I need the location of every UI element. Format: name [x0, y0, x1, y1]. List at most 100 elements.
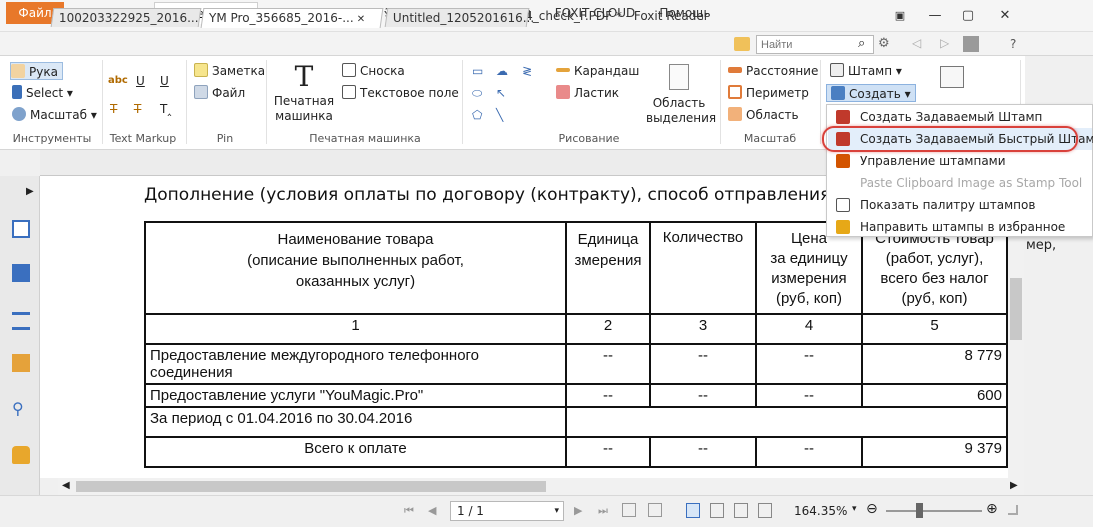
squiggly-icon[interactable]: U — [160, 72, 169, 90]
area-highlight-line2: выделения — [646, 111, 717, 125]
zoom-level[interactable]: 164.35% — [794, 504, 847, 518]
cloud-icon[interactable]: ☁ — [496, 62, 508, 80]
menu-item-create-custom-stamp[interactable]: Создать Задаваемый Штамп — [828, 106, 1092, 128]
security-lock-icon[interactable] — [12, 446, 30, 464]
strikeout-icon[interactable]: T — [110, 100, 117, 118]
doc-tab[interactable]: 100203322925_2016... — [50, 8, 202, 27]
callout-button[interactable]: Сноска — [342, 62, 405, 80]
group-label-typewriter: Печатная машинка — [309, 132, 421, 145]
zoom-tool-button[interactable]: Масштаб ▾ — [12, 106, 97, 124]
textbox-icon — [342, 85, 356, 99]
ribbon-toggle-icon[interactable]: ▣ — [885, 6, 915, 26]
table-cell: 8 779 — [861, 343, 1008, 385]
typewriter-icon: T — [294, 60, 314, 93]
maximize-button[interactable]: ▢ — [953, 6, 983, 26]
ellipse-icon[interactable]: ⬭ — [472, 84, 482, 102]
table-cell: Предоставление междугородного телефонног… — [144, 343, 567, 385]
prev-page-icon[interactable]: ◀ — [428, 504, 436, 517]
scroll-right-icon[interactable]: ▶ — [1010, 480, 1018, 491]
resize-grip-icon[interactable] — [1008, 505, 1018, 515]
page-thumbnail-icon[interactable] — [12, 220, 30, 238]
comments-icon[interactable] — [12, 354, 30, 372]
menu-item-add-to-favorites[interactable]: Направить штампы в избранное — [828, 216, 1092, 238]
note-button[interactable]: Заметка — [194, 62, 265, 80]
document-heading: Дополнение (условия оплаты по договору (… — [144, 185, 863, 205]
squiggle-icon[interactable]: ≷ — [522, 62, 532, 80]
distance-icon — [728, 67, 742, 73]
note-label: Заметка — [212, 64, 266, 78]
page-number-field[interactable]: 1 / 1 ▾ — [450, 501, 564, 521]
vertical-scroll-thumb[interactable] — [1010, 278, 1022, 340]
zoom-out-icon[interactable]: ⊖ — [866, 501, 878, 517]
facing-page-icon[interactable] — [734, 503, 748, 518]
zoom-slider-track[interactable] — [886, 510, 982, 512]
search-icon[interactable]: ⌕ — [858, 36, 865, 51]
stamp-button[interactable]: Штамп ▾ — [830, 62, 902, 80]
user-avatar-icon[interactable] — [963, 36, 979, 52]
select-tool-button[interactable]: Select ▾ — [12, 84, 73, 102]
replace-text-icon[interactable]: T̶ — [134, 100, 141, 118]
continuous-facing-icon[interactable] — [758, 503, 772, 518]
header-cell-qty: Количество — [649, 221, 757, 315]
table-cell-empty — [565, 406, 1008, 438]
search-input[interactable] — [756, 35, 874, 54]
scroll-left-icon[interactable]: ◀ — [62, 480, 70, 491]
line-icon[interactable]: ╲ — [496, 106, 503, 124]
expand-panel-icon[interactable]: ▶ — [26, 186, 34, 197]
polygon-icon[interactable]: ⬠ — [472, 106, 482, 124]
arrow-icon[interactable]: ↖ — [496, 84, 506, 102]
group-label-drawing: Рисование — [558, 132, 620, 145]
typewriter-button[interactable]: T Печатная машинка — [272, 60, 336, 124]
header-text: (описание выполненных работ, — [247, 252, 464, 269]
underline-icon[interactable]: U — [136, 72, 145, 90]
ribbon-separator — [186, 60, 187, 144]
forward-icon[interactable]: ▷ — [940, 36, 949, 50]
hand-tool-button[interactable]: Рука — [10, 62, 63, 80]
file-attach-button[interactable]: Файл — [194, 84, 245, 102]
distance-button[interactable]: Расстояние — [728, 62, 818, 80]
stack-icon[interactable] — [12, 312, 30, 330]
doc-tab-active[interactable]: YM Pro_356685_2016-... ✕ — [200, 8, 384, 29]
zoom-slider-knob[interactable] — [916, 503, 923, 518]
close-button[interactable]: ✕ — [990, 6, 1020, 26]
eraser-button[interactable]: Ластик — [556, 84, 619, 102]
single-page-icon[interactable] — [686, 503, 700, 518]
attachments-icon[interactable]: ⚲ — [12, 400, 30, 418]
menu-item-show-stamp-palette[interactable]: Показать палитру штампов — [828, 194, 1092, 216]
continuous-page-icon[interactable] — [710, 503, 724, 518]
menu-item-manage-stamps[interactable]: Управление штампами — [828, 150, 1092, 172]
perimeter-button[interactable]: Периметр — [728, 84, 809, 102]
settings-gear-icon[interactable]: ⚙ — [878, 36, 890, 51]
layers-icon[interactable] — [12, 264, 30, 282]
tab-foxit-cloud[interactable]: FOXIT CLOUD — [546, 2, 644, 24]
zoom-dropdown-icon[interactable]: ▾ — [852, 504, 857, 514]
doc-tab-close-icon[interactable]: ✕ — [357, 11, 365, 29]
next-view-icon[interactable] — [648, 503, 662, 517]
area-measure-button[interactable]: Область — [728, 106, 799, 124]
last-page-icon[interactable]: ⏭ — [598, 504, 608, 518]
table-cell: За период с 01.04.2016 по 30.04.2016 — [144, 406, 567, 438]
highlight-icon[interactable]: abc — [108, 72, 128, 90]
zoom-in-icon[interactable]: ⊕ — [986, 501, 998, 517]
previous-view-icon[interactable] — [622, 503, 636, 517]
pencil-button[interactable]: Карандаш — [556, 62, 639, 80]
tab-help[interactable]: Помощь — [654, 2, 716, 24]
rectangle-icon[interactable]: ▭ — [472, 62, 483, 80]
horizontal-scroll-thumb[interactable] — [76, 481, 546, 492]
help-question-icon[interactable]: ? — [1010, 37, 1016, 51]
first-page-icon[interactable]: ⏮ — [404, 504, 414, 518]
table-cell: -- — [649, 383, 757, 408]
doc-tab[interactable]: Untitled_1205201616... — [384, 8, 534, 27]
menu-item-paste-clipboard-stamp[interactable]: Paste Clipboard Image as Stamp Tool — [828, 172, 1092, 194]
back-icon[interactable]: ◁ — [912, 36, 921, 50]
stamp-palette-icon[interactable] — [940, 66, 964, 88]
eraser-label: Ластик — [574, 86, 620, 100]
minimize-button[interactable]: — — [920, 6, 950, 26]
page-dropdown-icon[interactable]: ▾ — [554, 502, 559, 520]
next-page-icon[interactable]: ▶ — [574, 504, 582, 517]
insert-text-icon[interactable]: T‸ — [160, 100, 171, 118]
area-highlight-button[interactable]: Область выделения — [646, 64, 717, 126]
find-folder-icon[interactable] — [734, 37, 750, 51]
textbox-button[interactable]: Текстовое поле — [342, 84, 459, 102]
create-stamp-button[interactable]: Создать ▾ — [826, 84, 916, 102]
